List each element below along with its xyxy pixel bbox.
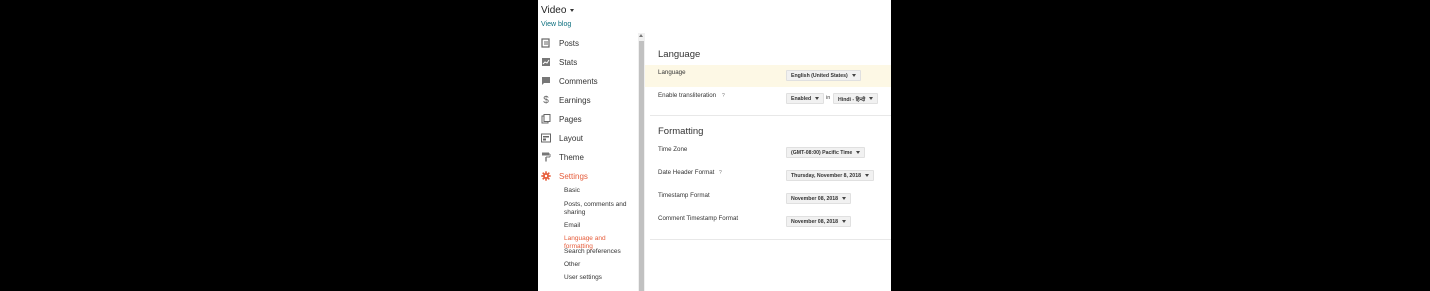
settings-sub-search-preferences[interactable]: Search preferences [564,248,636,256]
language-row: Language English (United States) [645,65,891,87]
sidebar: Posts Stats Comments $ Earnings Pages La… [538,33,638,291]
layout-icon [541,133,551,143]
chevron-down-icon [856,151,861,154]
sidebar-item-label: Stats [559,57,578,67]
transliteration-row: Enable transliteration ? Enabled in Hind… [645,88,891,110]
timestamp-row: Timestamp Format November 08, 2018 [645,188,891,210]
settings-sub-email[interactable]: Email [564,222,636,230]
sidebar-item-label: Theme [559,152,584,162]
comment-timestamp-value: November 08, 2018 [791,218,839,225]
chevron-down-icon [815,97,820,100]
chevron-down-icon [842,220,847,223]
sidebar-item-label: Comments [559,76,598,86]
sidebar-item-stats[interactable]: Stats [538,55,577,69]
date-header-dropdown[interactable]: Thursday, November 8, 2018 [786,170,874,181]
chevron-down-icon [864,174,869,177]
date-header-label: Date Header Format [658,169,715,176]
chevron-down-icon [851,74,856,77]
timestamp-value: November 08, 2018 [791,195,839,202]
timestamp-dropdown[interactable]: November 08, 2018 [786,193,852,204]
blog-name: Video [541,5,567,16]
sidebar-scrollbar[interactable] [638,33,645,291]
posts-icon [541,38,551,48]
blog-selector[interactable]: Video [541,5,575,16]
sidebar-item-label: Earnings [559,95,591,105]
scroll-thumb[interactable] [639,41,644,291]
transliteration-language-value: Hindi - हिन्दी [838,96,866,103]
transliteration-label: Enable transliteration [658,92,717,99]
transliteration-value: Enabled [791,95,812,102]
comment-timestamp-dropdown[interactable]: November 08, 2018 [786,216,852,227]
chevron-down-icon [570,9,575,12]
gear-icon [541,171,551,181]
timezone-dropdown[interactable]: (GMT-08:00) Pacific Time [786,147,866,158]
help-icon[interactable]: ? [719,170,722,176]
pages-icon [541,114,551,124]
transliteration-toggle-dropdown[interactable]: Enabled [786,93,825,104]
timezone-row: Time Zone (GMT-08:00) Pacific Time [645,142,891,164]
settings-sub-user-settings[interactable]: User settings [564,274,636,282]
section-title-formatting: Formatting [658,126,704,137]
scroll-up-arrow-icon[interactable] [639,34,643,37]
chevron-down-icon [869,97,874,100]
comment-timestamp-row: Comment Timestamp Format November 08, 20… [645,211,891,233]
sidebar-item-posts[interactable]: Posts [538,36,579,50]
sidebar-item-comments[interactable]: Comments [538,74,598,88]
timezone-label: Time Zone [658,146,688,153]
date-header-row: Date Header Format ? Thursday, November … [645,165,891,187]
sidebar-item-layout[interactable]: Layout [538,131,583,145]
timezone-value: (GMT-08:00) Pacific Time [791,149,853,156]
comment-timestamp-label: Comment Timestamp Format [658,215,739,222]
sidebar-item-label: Posts [559,38,580,48]
in-label: in [826,95,831,101]
timestamp-label: Timestamp Format [658,192,710,199]
language-dropdown[interactable]: English (United States) [786,70,861,81]
blogger-window: Video View blog Posts Stats Comments $ E… [538,0,891,291]
section-divider [650,115,891,116]
stats-icon [541,57,551,67]
sidebar-item-label: Pages [559,114,582,124]
settings-content: Language Language English (United States… [645,33,891,291]
help-icon[interactable]: ? [722,93,725,99]
dollar-icon: $ [543,94,549,106]
language-value: English (United States) [791,72,848,79]
view-blog-link[interactable]: View blog [541,21,571,28]
settings-sub-basic[interactable]: Basic [564,187,636,195]
section-divider [650,239,891,240]
settings-sub-other[interactable]: Other [564,261,636,269]
transliteration-language-dropdown[interactable]: Hindi - हिन्दी [833,93,879,104]
sidebar-item-label: Settings [559,171,588,181]
comments-icon [541,76,551,86]
language-label: Language [658,69,686,76]
chevron-down-icon [842,197,847,200]
sidebar-item-settings[interactable]: Settings [538,169,588,183]
sidebar-item-pages[interactable]: Pages [538,112,582,126]
sidebar-item-earnings[interactable]: $ Earnings [538,93,590,107]
sidebar-item-theme[interactable]: Theme [538,150,584,164]
date-header-value: Thursday, November 8, 2018 [791,172,861,179]
settings-sub-posts-comments-sharing[interactable]: Posts, comments and sharing [564,201,636,216]
paint-roller-icon [541,152,551,162]
sidebar-item-label: Layout [559,133,584,143]
section-title-language: Language [658,49,701,60]
